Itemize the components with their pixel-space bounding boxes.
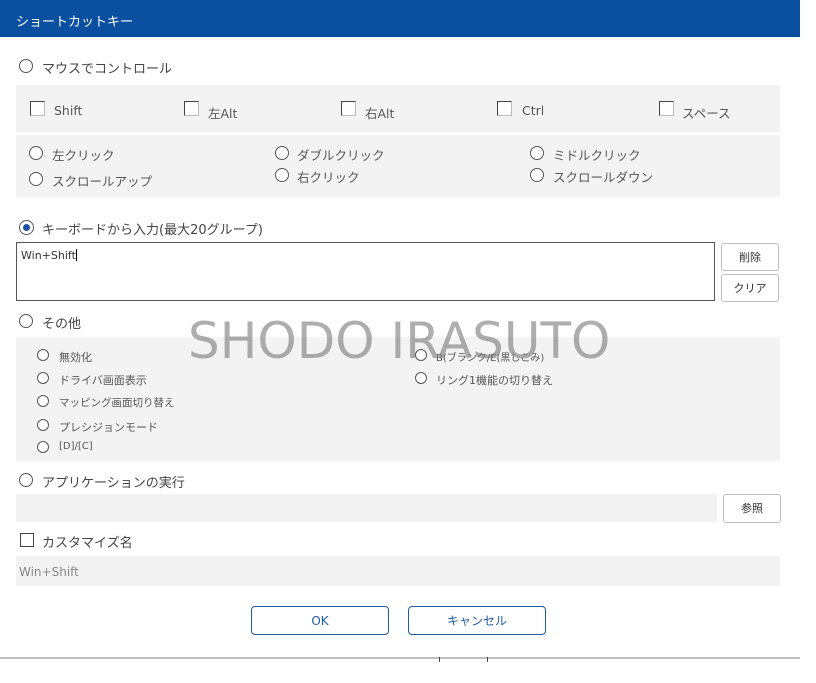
radio-driver-screen[interactable] bbox=[37, 372, 49, 384]
checkbox-ctrl[interactable] bbox=[497, 101, 512, 116]
keyboard-shortcut-input[interactable]: Win+Shift bbox=[16, 242, 715, 301]
click-option-label: ダブルクリック bbox=[297, 148, 385, 163]
other-label: その他 bbox=[42, 317, 82, 332]
radio-mapping-switch[interactable] bbox=[37, 395, 49, 407]
browse-button[interactable]: 参照 bbox=[723, 494, 781, 523]
radio-disable[interactable] bbox=[37, 349, 49, 361]
custom-name-label: カスタマイズ名 bbox=[42, 536, 133, 551]
radio-run-application[interactable] bbox=[19, 473, 33, 487]
radio-other[interactable] bbox=[19, 314, 33, 328]
other-option-label: 無効化 bbox=[59, 351, 92, 364]
radio-dc[interactable] bbox=[37, 441, 49, 453]
other-option-label: [D]/[C] bbox=[59, 441, 93, 452]
modifier-label: Ctrl bbox=[522, 103, 545, 118]
custom-name-input[interactable]: Win+Shift bbox=[16, 556, 780, 586]
click-option-label: 右クリック bbox=[297, 170, 360, 185]
radio-scroll-up[interactable] bbox=[29, 172, 43, 186]
other-option-label: ドライバ画面表示 bbox=[59, 374, 147, 387]
click-option-label: スクロールダウン bbox=[553, 170, 654, 185]
dialog-title: ショートカットキー bbox=[16, 15, 134, 30]
radio-precision-mode[interactable] bbox=[37, 419, 49, 431]
checkbox-shift[interactable] bbox=[30, 101, 45, 116]
custom-name-value: Win+Shift bbox=[19, 565, 79, 579]
click-option-label: ミドルクリック bbox=[553, 148, 641, 163]
other-option-label: プレシジョンモード bbox=[59, 421, 158, 434]
modifier-label: 左Alt bbox=[208, 106, 238, 121]
checkbox-custom-name[interactable] bbox=[20, 533, 34, 547]
modifier-label: スペース bbox=[682, 106, 731, 121]
radio-ring-function[interactable] bbox=[415, 372, 427, 384]
clear-button[interactable]: クリア bbox=[721, 274, 779, 302]
cancel-button[interactable]: キャンセル bbox=[408, 606, 546, 635]
radio-right-click[interactable] bbox=[275, 168, 289, 182]
run-application-label: アプリケーションの実行 bbox=[42, 476, 185, 491]
modifier-label: Shift bbox=[54, 103, 83, 118]
radio-mouse-control[interactable] bbox=[19, 59, 33, 73]
radio-keyboard-input[interactable] bbox=[19, 220, 34, 235]
delete-button[interactable]: 削除 bbox=[721, 243, 779, 271]
application-path-input[interactable] bbox=[16, 494, 717, 522]
modifier-label: 右Alt bbox=[365, 106, 395, 121]
checkbox-space[interactable] bbox=[659, 101, 674, 116]
mouse-control-label: マウスでコントロール bbox=[42, 62, 173, 77]
click-option-label: 左クリック bbox=[52, 148, 115, 163]
checkbox-right-alt[interactable] bbox=[341, 101, 356, 116]
window-bottom-edge bbox=[0, 657, 800, 659]
checkbox-left-alt[interactable] bbox=[184, 101, 199, 116]
radio-scroll-down[interactable] bbox=[530, 168, 544, 182]
radio-middle-click[interactable] bbox=[530, 146, 544, 160]
ok-button[interactable]: OK bbox=[251, 606, 389, 635]
radio-double-click[interactable] bbox=[275, 146, 289, 160]
other-option-label: リング1機能の切り替え bbox=[436, 374, 553, 387]
divider-tick bbox=[487, 657, 488, 662]
other-option-label: マッピング画面切り替え bbox=[59, 397, 175, 409]
keyboard-input-label: キーボードから入力(最大20グループ) bbox=[42, 223, 263, 238]
watermark: SHODO IRASUTO bbox=[188, 312, 611, 370]
radio-left-click[interactable] bbox=[29, 146, 43, 160]
divider-tick bbox=[439, 657, 440, 662]
dialog-titlebar: ショートカットキー bbox=[0, 0, 800, 37]
click-option-label: スクロールアップ bbox=[52, 174, 153, 189]
keyboard-shortcut-value: Win+Shift bbox=[21, 249, 76, 262]
text-caret bbox=[75, 249, 77, 261]
